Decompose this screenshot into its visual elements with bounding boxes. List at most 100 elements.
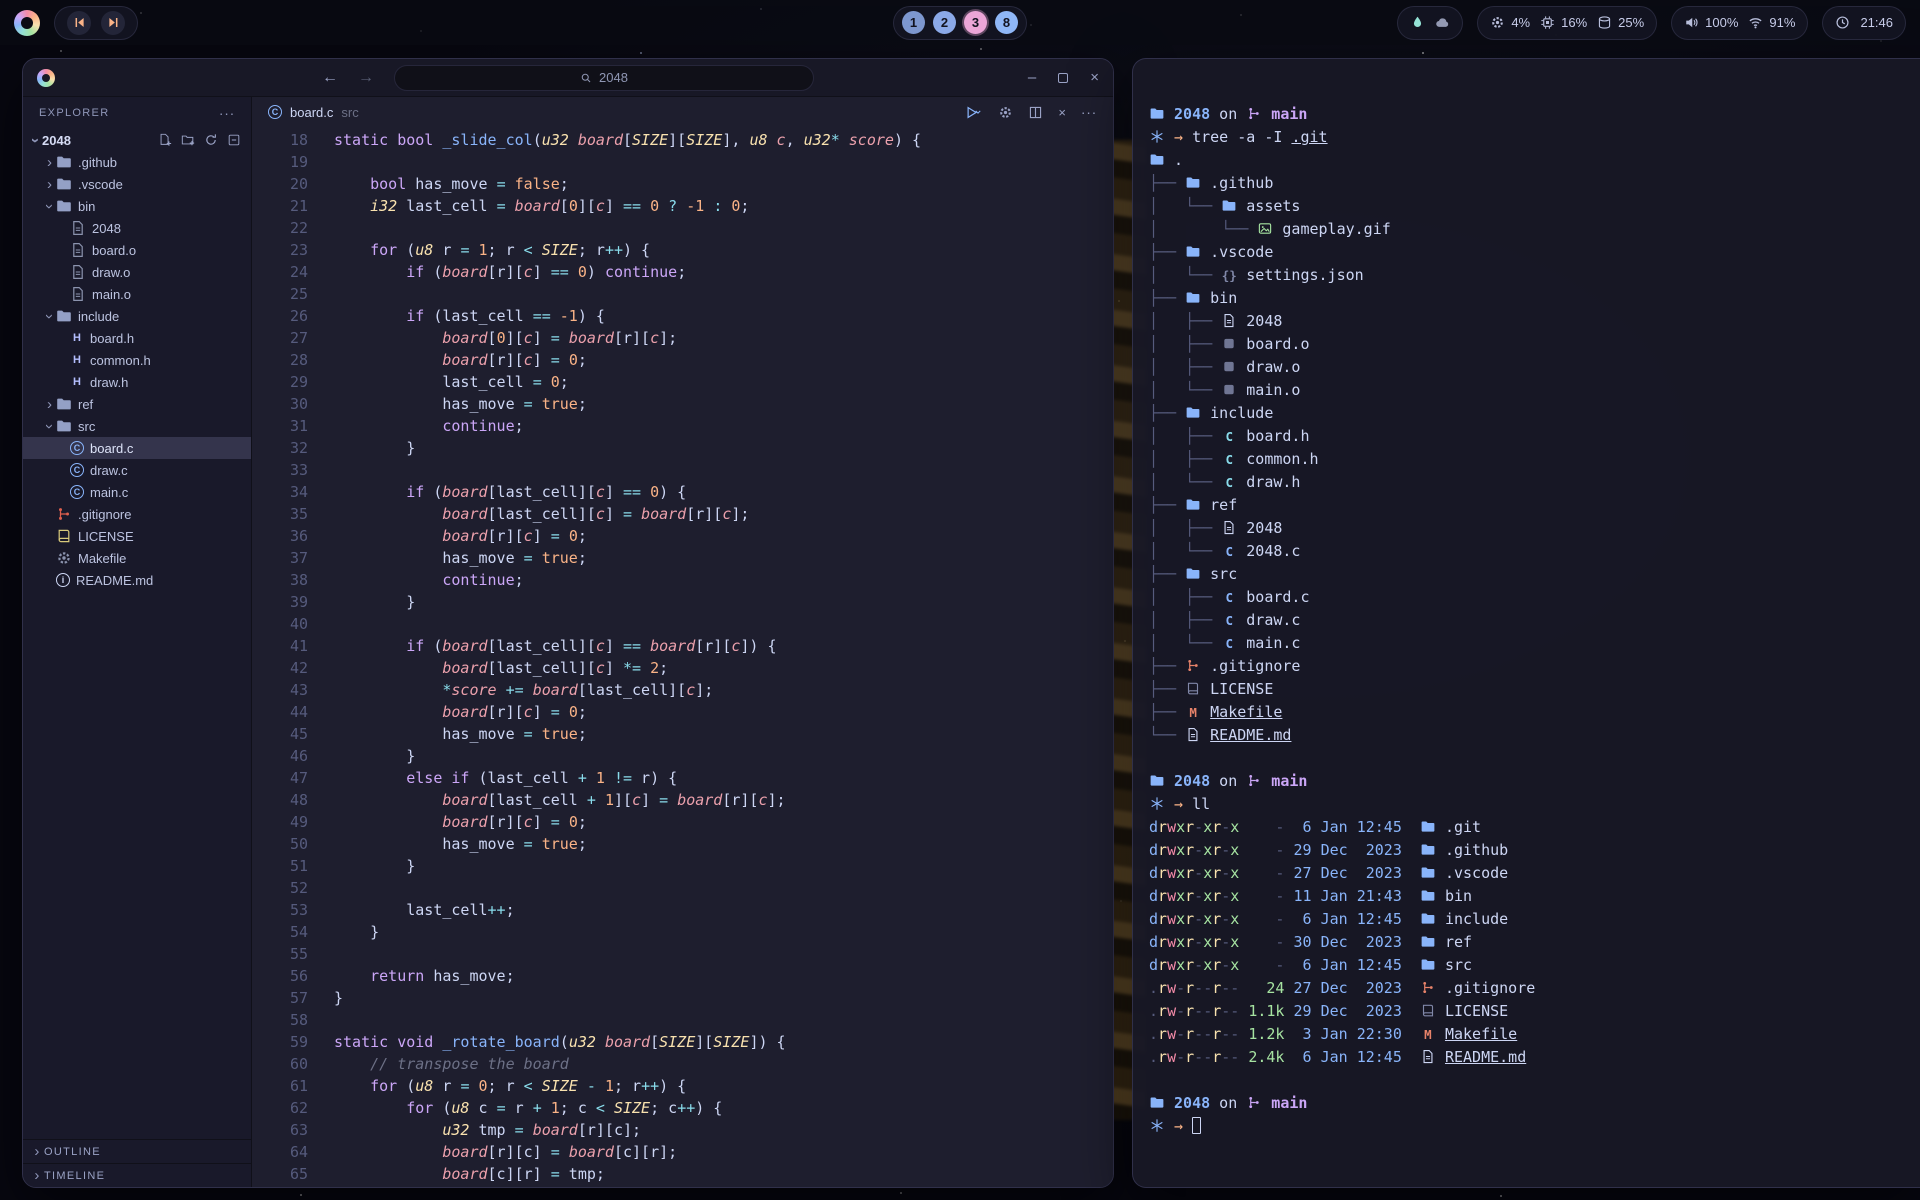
gear-icon [1490,15,1505,30]
new-file-icon[interactable] [158,133,172,147]
chevron-icon: › [43,154,56,171]
explorer-more-button[interactable]: ··· [219,105,235,121]
terminal-content: 2048 on main → tree -a -I .git .├── .git… [1133,59,1920,1138]
settings-gear-icon[interactable] [998,105,1013,120]
terminal-window[interactable]: 2048 on main → tree -a -I .git .├── .git… [1132,58,1920,1188]
panel-outline[interactable]: ›OUTLINE [23,1139,251,1163]
explorer-item-main.o[interactable]: main.o [23,283,251,305]
line-number: 32 [252,437,308,459]
explorer-item-2048[interactable]: ›2048 [23,129,251,151]
workspace-8[interactable]: 8 [995,11,1018,34]
filetype-letter-icon: C [1221,471,1237,494]
media-next-button[interactable] [101,11,125,35]
filetext-icon [1221,313,1237,328]
terminal-line: │ ├── C common.h [1149,448,1906,471]
code-line: has_move = true; [334,723,921,745]
system-logo-icon[interactable] [14,10,40,36]
explorer-item-draw.h[interactable]: Hdraw.h [23,371,251,393]
code-line [334,877,921,899]
explorer-item-bin[interactable]: ›bin [23,195,251,217]
system-stats-widget[interactable]: 4%16%25% [1477,6,1657,40]
audio-network-widget[interactable]: 100% 91% [1671,6,1808,40]
code-line: if (board[last_cell][c] == board[r][c]) … [334,635,921,657]
terminal-line: │ └── C draw.h [1149,471,1906,494]
explorer-item-common.h[interactable]: Hcommon.h [23,349,251,371]
folder-icon [1221,198,1237,213]
code-line: board[r][c] = 0; [334,525,921,547]
maximize-button[interactable] [1058,73,1068,83]
code-line: last_cell++; [334,899,921,921]
more-actions-button[interactable]: ··· [1081,104,1097,120]
media-previous-button[interactable] [67,11,91,35]
explorer-item-Makefile[interactable]: Makefile [23,547,251,569]
explorer-item-draw.c[interactable]: Cdraw.c [23,459,251,481]
code-line: } [334,855,921,877]
explorer-item-board.o[interactable]: board.o [23,239,251,261]
explorer-item-.github[interactable]: ›.github [23,151,251,173]
explorer-item-include[interactable]: ›include [23,305,251,327]
terminal-line: drwxr-xr-x - 27 Dec 2023 .vscode [1149,862,1906,885]
explorer-item-README.md[interactable]: iREADME.md [23,569,251,591]
volume-value: 100% [1705,15,1738,30]
split-editor-icon[interactable] [1028,105,1043,120]
folder-icon [1185,175,1201,190]
filetype-letter-icon: C [1221,586,1237,609]
explorer-item-main.c[interactable]: Cmain.c [23,481,251,503]
weather-widget[interactable] [1397,6,1463,40]
filetype-letter-icon: C [1221,425,1237,448]
line-number: 54 [252,921,308,943]
explorer-item-label: src [78,419,95,434]
panel-timeline[interactable]: ›TIMELINE [23,1163,251,1187]
explorer-item-src[interactable]: ›src [23,415,251,437]
minimize-button[interactable]: – [1028,69,1036,86]
workspace-2[interactable]: 2 [933,11,956,34]
explorer-item-label: LICENSE [78,529,134,544]
explorer-item-label: include [78,309,119,324]
explorer-item-board.h[interactable]: Hboard.h [23,327,251,349]
folder-icon [1420,819,1436,834]
search-value: 2048 [599,70,628,85]
clock-value: 21:46 [1860,15,1893,30]
workspace-3[interactable]: 3 [964,11,987,34]
terminal-line: .rw-r--r-- 1.1k 29 Dec 2023 LICENSE [1149,1000,1906,1023]
explorer-item-.vscode[interactable]: ›.vscode [23,173,251,195]
folder-icon [56,418,72,434]
history-back-button[interactable]: ← [322,70,338,86]
code-line: board[last_cell + 1][c] = board[r][c]; [334,789,921,811]
code-editor[interactable]: 1819202122232425262728293031323334353637… [252,127,1113,1187]
explorer-item-board.c[interactable]: Cboard.c [23,437,251,459]
command-center-search[interactable]: 2048 [394,65,814,91]
clock-widget[interactable]: 21:46 [1822,6,1906,40]
terminal-line: .rw-r--r-- 1.2k 3 Jan 22:30 M Makefile [1149,1023,1906,1046]
skip-forward-icon [106,15,121,30]
explorer-item-2048[interactable]: 2048 [23,217,251,239]
window-controls: – × [1028,69,1099,86]
code-line: board[last_cell][c] *= 2; [334,657,921,679]
run-button[interactable] [964,105,983,120]
stat-value: 25% [1618,15,1644,30]
explorer-item-draw.o[interactable]: draw.o [23,261,251,283]
code-line: u32 tmp = board[r][c]; [334,1119,921,1141]
header-file-icon: H [70,376,84,388]
tab-board-c[interactable]: board.c [290,105,333,120]
code-line: has_move = true; [334,393,921,415]
skip-back-icon [72,15,87,30]
workspace-1[interactable]: 1 [902,11,925,34]
explorer-item-.gitignore[interactable]: .gitignore [23,503,251,525]
close-button[interactable]: × [1090,69,1099,86]
line-number: 50 [252,833,308,855]
line-number: 20 [252,173,308,195]
close-tab-button[interactable]: × [1058,105,1066,120]
refresh-icon[interactable] [204,133,218,147]
collapse-all-icon[interactable] [227,133,241,147]
folder-icon [1185,566,1201,581]
editor-titlebar: ← → 2048 – × [23,59,1113,97]
new-folder-icon[interactable] [181,133,195,147]
explorer-item-label: board.o [92,243,136,258]
explorer-item-ref[interactable]: ›ref [23,393,251,415]
license-icon [56,528,72,544]
history-forward-button[interactable]: → [358,70,374,86]
topbar-left-group [14,6,138,40]
explorer-item-LICENSE[interactable]: LICENSE [23,525,251,547]
folder-icon [1149,152,1165,167]
